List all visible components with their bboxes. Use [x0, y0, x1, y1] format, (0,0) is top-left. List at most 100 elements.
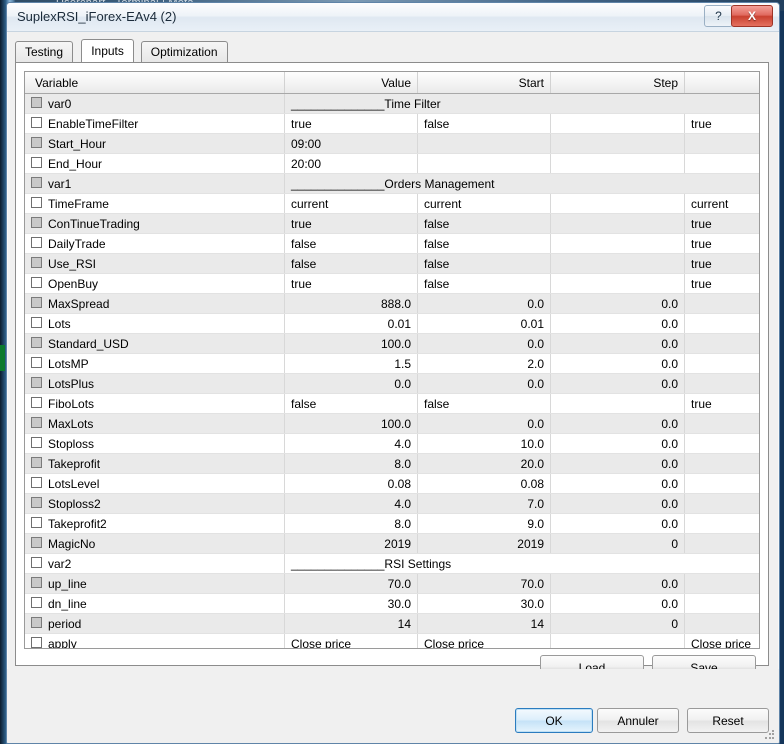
stop-cell[interactable]: current	[685, 194, 761, 214]
checkbox-End_Hour[interactable]	[31, 157, 42, 168]
stop-cell[interactable]: 0.0	[685, 294, 761, 314]
table-row[interactable]: up_line70.070.00.00.0	[25, 574, 760, 594]
stop-cell[interactable]: 0.0	[685, 454, 761, 474]
start-cell[interactable]: 0.08	[418, 474, 551, 494]
table-row[interactable]: DailyTradefalsefalsetrue	[25, 234, 760, 254]
stop-cell[interactable]: 0.0	[685, 414, 761, 434]
table-row[interactable]: MaxLots100.00.00.00.0	[25, 414, 760, 434]
checkbox-MaxSpread[interactable]	[31, 297, 42, 308]
checkbox-LotsPlus[interactable]	[31, 377, 42, 388]
help-icon[interactable]: ?	[704, 5, 733, 27]
stop-cell[interactable]: 0.0	[685, 514, 761, 534]
stop-cell[interactable]: true	[685, 234, 761, 254]
checkbox-DailyTrade[interactable]	[31, 237, 42, 248]
stop-cell[interactable]	[685, 154, 761, 174]
checkbox-Stoploss2[interactable]	[31, 497, 42, 508]
checkbox-var1[interactable]	[31, 177, 42, 188]
step-cell[interactable]	[551, 214, 685, 234]
checkbox-var2[interactable]	[31, 557, 42, 568]
checkbox-OpenBuy[interactable]	[31, 277, 42, 288]
table-row[interactable]: Takeprofit28.09.00.00.0	[25, 514, 760, 534]
step-cell[interactable]	[551, 154, 685, 174]
step-cell[interactable]	[551, 234, 685, 254]
step-cell[interactable]	[551, 134, 685, 154]
value-cell[interactable]: true	[285, 214, 418, 234]
value-cell[interactable]: 888.0	[285, 294, 418, 314]
value-cell[interactable]: false	[285, 234, 418, 254]
value-cell[interactable]: 30.0	[285, 594, 418, 614]
column-header-value[interactable]: Value	[285, 72, 418, 94]
value-cell[interactable]: current	[285, 194, 418, 214]
table-row[interactable]: FiboLotsfalsefalsetrue	[25, 394, 760, 414]
stop-cell[interactable]: 0.0	[685, 474, 761, 494]
start-cell[interactable]: 0.0	[418, 374, 551, 394]
column-header-variable[interactable]: Variable	[25, 72, 285, 94]
table-row[interactable]: OpenBuytruefalsetrue	[25, 274, 760, 294]
stop-cell[interactable]: true	[685, 114, 761, 134]
column-header-stop[interactable]: Stop	[685, 72, 761, 94]
start-cell[interactable]: 14	[418, 614, 551, 634]
start-cell[interactable]: 30.0	[418, 594, 551, 614]
table-row[interactable]: Stoploss24.07.00.00.0	[25, 494, 760, 514]
value-cell[interactable]: 0.08	[285, 474, 418, 494]
table-row[interactable]: LotsMP1.52.00.00.0	[25, 354, 760, 374]
value-cell[interactable]: 2019	[285, 534, 418, 554]
step-cell[interactable]: 0.0	[551, 294, 685, 314]
step-cell[interactable]: 0	[551, 534, 685, 554]
table-row[interactable]: applyClose priceClose priceClose price	[25, 634, 760, 650]
value-cell[interactable]: 20:00	[285, 154, 418, 174]
step-cell[interactable]: 0.0	[551, 514, 685, 534]
start-cell[interactable]: 0.01	[418, 314, 551, 334]
checkbox-Lots[interactable]	[31, 317, 42, 328]
start-cell[interactable]	[418, 134, 551, 154]
value-cell[interactable]: 0.01	[285, 314, 418, 334]
table-row[interactable]: Stoploss4.010.00.00.0	[25, 434, 760, 454]
checkbox-up_line[interactable]	[31, 577, 42, 588]
reset-button[interactable]: Reset	[687, 708, 769, 733]
table-row[interactable]: MagicNo2019201900	[25, 534, 760, 554]
step-cell[interactable]: 0.0	[551, 374, 685, 394]
checkbox-EnableTimeFilter[interactable]	[31, 117, 42, 128]
close-icon[interactable]: X	[731, 5, 773, 27]
stop-cell[interactable]: true	[685, 254, 761, 274]
step-cell[interactable]	[551, 194, 685, 214]
step-cell[interactable]: 0.0	[551, 314, 685, 334]
start-cell[interactable]: false	[418, 114, 551, 134]
checkbox-Standard_USD[interactable]	[31, 337, 42, 348]
stop-cell[interactable]: 0.0	[685, 594, 761, 614]
table-row[interactable]: MaxSpread888.00.00.00.0	[25, 294, 760, 314]
column-header-step[interactable]: Step	[551, 72, 685, 94]
step-cell[interactable]: 0.0	[551, 434, 685, 454]
value-cell[interactable]: 0.0	[285, 374, 418, 394]
value-cell[interactable]: 100.0	[285, 334, 418, 354]
step-cell[interactable]	[551, 394, 685, 414]
checkbox-TimeFrame[interactable]	[31, 197, 42, 208]
start-cell[interactable]: Close price	[418, 634, 551, 650]
checkbox-Takeprofit[interactable]	[31, 457, 42, 468]
step-cell[interactable]: 0.0	[551, 594, 685, 614]
start-cell[interactable]: 20.0	[418, 454, 551, 474]
resize-grip-icon[interactable]	[764, 729, 776, 741]
table-row[interactable]: var0______________Time Filter	[25, 94, 760, 114]
stop-cell[interactable]: true	[685, 214, 761, 234]
value-cell[interactable]: 09:00	[285, 134, 418, 154]
table-row[interactable]: var2______________RSI Settings	[25, 554, 760, 574]
inputs-grid[interactable]: Variable Value Start Step Stop var0_____…	[24, 71, 760, 649]
stop-cell[interactable]: 0.0	[685, 334, 761, 354]
start-cell[interactable]: 9.0	[418, 514, 551, 534]
table-row[interactable]: LotsPlus0.00.00.00.0	[25, 374, 760, 394]
start-cell[interactable]: 0.0	[418, 334, 551, 354]
value-cell[interactable]: 8.0	[285, 514, 418, 534]
stop-cell[interactable]	[685, 134, 761, 154]
stop-cell[interactable]: 0.0	[685, 574, 761, 594]
table-row[interactable]: LotsLevel0.080.080.00.0	[25, 474, 760, 494]
table-row[interactable]: Start_Hour09:00	[25, 134, 760, 154]
table-row[interactable]: dn_line30.030.00.00.0	[25, 594, 760, 614]
start-cell[interactable]: 0.0	[418, 414, 551, 434]
tab-testing[interactable]: Testing	[15, 41, 73, 62]
start-cell[interactable]: false	[418, 394, 551, 414]
start-cell[interactable]	[418, 154, 551, 174]
start-cell[interactable]: 70.0	[418, 574, 551, 594]
checkbox-FiboLots[interactable]	[31, 397, 42, 408]
table-row[interactable]: Use_RSIfalsefalsetrue	[25, 254, 760, 274]
